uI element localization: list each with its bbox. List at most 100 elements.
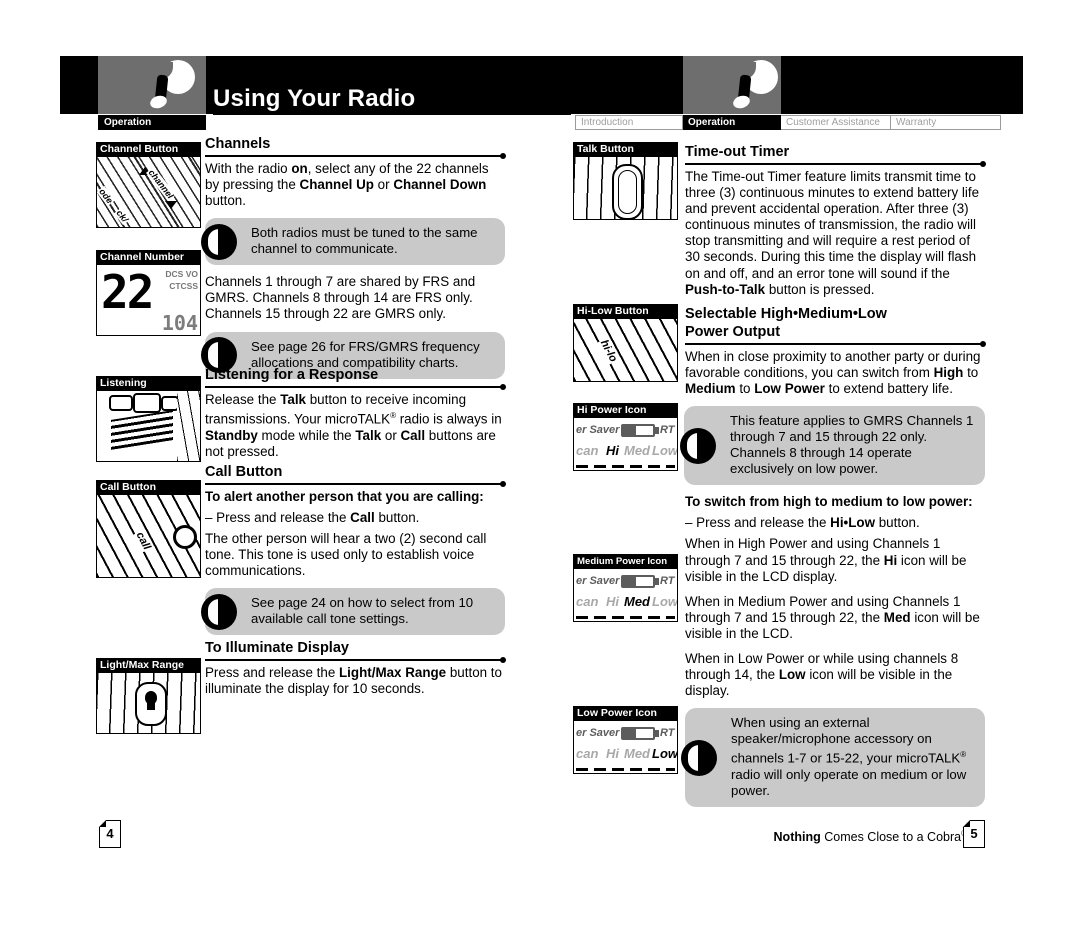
thumb-hi-low-button: Hi-Low Button hi-lo [573, 304, 678, 382]
lcd-label-saver: er Saver [576, 727, 620, 739]
page-number-right-value: 5 [970, 826, 978, 841]
lcd-label-low: Low [652, 443, 678, 458]
lcd-label-scan: can [576, 594, 599, 609]
section-paragraph: When in close proximity to another party… [685, 349, 981, 397]
thumb-caption: Hi Power Icon [573, 403, 678, 418]
lcd-label-scan: can [576, 443, 599, 458]
lcd-label-saver: er Saver [576, 424, 620, 436]
lcd-label-med: Med [624, 443, 650, 458]
lcd-label-hi: Hi [606, 746, 619, 761]
lcd-label-hi: Hi [606, 443, 619, 458]
section-rule [205, 384, 506, 390]
thumb-caption: Medium Power Icon [573, 554, 678, 569]
thumb-hi-power-icon: Hi Power Icon er Saver RT can Hi Med Low [573, 403, 678, 471]
thumb-light-max-range: Light/Max Range [96, 658, 201, 734]
lcd-tag-ctcss: CTCSS [169, 281, 198, 291]
thumb-listening: Listening [96, 376, 201, 462]
lcd-label-rt: RT [660, 424, 675, 436]
thumb-image-medium-power-icon: er Saver RT can Hi Med Low [573, 569, 678, 622]
page-number-left: 4 [98, 819, 121, 848]
lcd-label-med: Med [624, 746, 650, 761]
thumb-image-low-power-icon: er Saver RT can Hi Med Low [573, 721, 678, 774]
section-bullet: – Press and release the Hi•Low button. [685, 515, 920, 531]
section-paragraph: With the radio on, select any of the 22 … [205, 161, 489, 209]
note-text: See page 26 for FRS/GMRS frequency alloc… [251, 338, 480, 370]
section-to-illuminate-display: To Illuminate Display Press and release … [205, 640, 506, 706]
thumb-caption: Light/Max Range [96, 658, 201, 673]
battery-icon [621, 424, 655, 437]
note-text: See page 24 on how to select from 10 ava… [251, 595, 474, 627]
note-callout: See page 24 on how to select from 10 ava… [201, 588, 505, 636]
thumb-caption: Channel Number [96, 250, 201, 265]
note-text: When using an external speaker/microphon… [731, 715, 967, 798]
section-paragraph: Press and release the Light/Max Range bu… [205, 665, 502, 697]
thumb-caption: Listening [96, 376, 201, 391]
thumb-caption: Channel Button [96, 142, 201, 157]
section-rule [685, 341, 986, 347]
cobra-note-icon [680, 427, 716, 464]
title-rule [213, 112, 571, 115]
section-rule [205, 153, 506, 159]
tabbar-right: Introduction Operation Customer Assistan… [575, 115, 1001, 130]
section-heading-line2: Power Output [685, 324, 781, 340]
talk-button-icon [612, 164, 643, 219]
lcd-label-med: Med [624, 594, 650, 609]
section-call-button: Call Button To alert another person that… [201, 464, 506, 644]
cobra-note-icon [201, 223, 237, 260]
note-callout: This feature applies to GMRS Channels 1 … [680, 406, 985, 486]
note-callout: Both radios must be tuned to the same ch… [201, 218, 505, 266]
section-rule [685, 161, 986, 167]
thumb-image-hi-low-button: hi-lo [573, 319, 678, 382]
section-subheading: To alert another person that you are cal… [205, 489, 484, 504]
section-time-out-timer: Time-out Timer The Time-out Timer featur… [685, 144, 986, 307]
lcd-label-saver: er Saver [576, 575, 620, 587]
section-channels: Channels With the radio on, select any o… [201, 136, 506, 388]
tab-operation[interactable]: Operation [98, 115, 206, 130]
section-paragraph: When in High Power and using Channels 1 … [685, 536, 967, 584]
tab-customer-assistance[interactable]: Customer Assistance [781, 115, 891, 130]
lcd-label-rt: RT [660, 727, 675, 739]
section-paragraph: Release the Talk button to receive incom… [205, 392, 502, 459]
lcd-tag-dcs: DCS VO [165, 269, 198, 279]
lcd-sub-value: 104 [161, 311, 198, 335]
section-heading: Selectable High•Medium•Low [685, 306, 887, 322]
thumb-channel-button: Channel Button channel ode ck/ [96, 142, 201, 228]
tab-warranty[interactable]: Warranty [891, 115, 1001, 130]
thumb-image-call-button: call [96, 495, 201, 578]
note-text: This feature applies to GMRS Channels 1 … [730, 413, 974, 477]
section-power-output: Selectable High•Medium•Low Power Output … [680, 306, 986, 816]
thumb-channel-number: Channel Number 22 DCS VO CTCSS 104 [96, 250, 201, 336]
lcd-label-low: Low [652, 746, 678, 761]
thumb-talk-button: Talk Button [573, 142, 678, 220]
cobra-note-icon [201, 593, 237, 630]
cobra-note-icon [681, 739, 717, 776]
lcd-label-scan: can [576, 746, 599, 761]
section-paragraph: When in Medium Power and using Channels … [685, 593, 980, 641]
thumb-image-channel-button: channel ode ck/ [96, 157, 201, 228]
section-heading: To Illuminate Display [205, 640, 349, 656]
section-paragraph: Channels 1 through 7 are shared by FRS a… [205, 274, 476, 322]
section-rule [205, 657, 506, 663]
thumb-caption: Hi-Low Button [573, 304, 678, 319]
section-heading: Call Button [205, 464, 283, 480]
battery-icon [621, 727, 655, 740]
footer-tagline: Nothing Comes Close to a Cobra® [773, 829, 967, 845]
section-heading: Listening for a Response [205, 367, 379, 383]
light-bulb-icon [135, 682, 167, 726]
manual-spread: Using Your Radio Operation Introduction … [0, 0, 1080, 932]
thumb-image-light-max-range [96, 673, 201, 734]
section-paragraph: The other person will hear a two (2) sec… [205, 531, 487, 579]
thumb-call-button: Call Button call [96, 480, 201, 578]
note-text: Both radios must be tuned to the same ch… [251, 225, 478, 257]
section-subheading: To switch from high to medium to low pow… [685, 494, 973, 510]
section-heading: Time-out Timer [685, 144, 790, 160]
page-number-right: 5 [962, 819, 985, 848]
tab-operation[interactable]: Operation [683, 115, 781, 130]
section-paragraph: When in Low Power or while using channel… [685, 651, 959, 699]
lcd-label-rt: RT [660, 575, 675, 587]
section-bullet: – Press and release the Call button. [205, 510, 420, 526]
thumb-caption: Call Button [96, 480, 201, 495]
thumb-caption: Talk Button [573, 142, 678, 157]
tab-introduction[interactable]: Introduction [575, 115, 683, 130]
thumb-medium-power-icon: Medium Power Icon er Saver RT can Hi Med… [573, 554, 678, 622]
